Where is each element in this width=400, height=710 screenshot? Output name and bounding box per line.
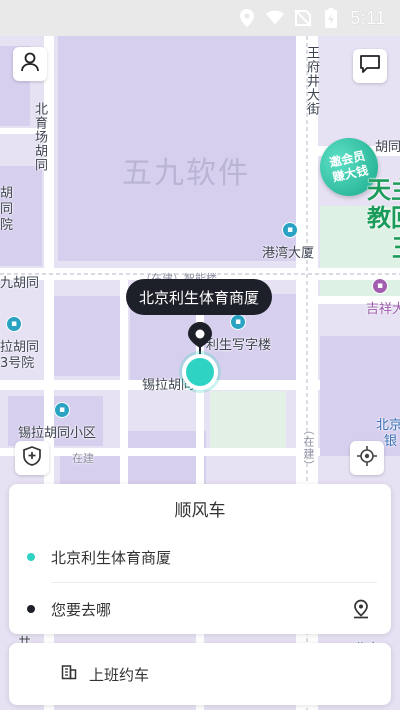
- map-label-lisheng-office: 利生写字楼: [206, 338, 272, 353]
- pickup-bubble[interactable]: 北京利生体育商厦: [126, 279, 273, 315]
- map-label-jixiang: 吉祥大: [366, 302, 400, 317]
- poi-icon-community[interactable]: ▪: [54, 402, 70, 418]
- map-label-bank: 银: [384, 434, 398, 449]
- location-icon: [238, 9, 256, 27]
- no-sim-icon: [294, 9, 313, 27]
- origin-field[interactable]: 北京利生体育商厦: [9, 532, 391, 582]
- locate-button[interactable]: [350, 441, 384, 475]
- poi-icon-hutong[interactable]: ▪: [6, 316, 22, 332]
- destination-dot-icon: [27, 605, 35, 613]
- map-label-hutong-right: 胡同: [375, 140, 400, 155]
- ride-card-title: 顺风车: [174, 500, 226, 521]
- origin-text: 北京利生体育商厦: [51, 548, 172, 567]
- ride-card: 顺风车 北京利生体育商厦 您要去哪: [9, 484, 391, 634]
- divider: [51, 582, 377, 583]
- crosshair-icon: [357, 446, 377, 470]
- map-label-gangwan: 港湾大厦: [262, 246, 315, 261]
- map-pin-icon[interactable]: [351, 599, 371, 619]
- message-icon: [359, 53, 381, 79]
- map-label-wangfujing: 王府井大街: [304, 46, 319, 116]
- status-time: 5:11: [350, 7, 386, 28]
- origin-dot-icon: [27, 553, 35, 561]
- map-label-zaijian-right: （在建）: [302, 424, 315, 472]
- map-label-jiu-hutong: 九胡同: [0, 276, 40, 291]
- pickup-label: 北京利生体育商厦: [139, 288, 260, 307]
- commute-ride-button[interactable]: 上班约车: [9, 643, 391, 705]
- map-label-beiyuchang: 北育场胡同: [32, 102, 47, 172]
- map-label-xila-community: 锡拉胡同小区: [18, 426, 97, 441]
- map-label-wang2: 王: [392, 228, 400, 263]
- poi-icon-jixiang[interactable]: ▪: [372, 278, 388, 294]
- wifi-icon: [266, 9, 285, 27]
- battery-charging-icon: [322, 8, 340, 28]
- commute-label: 上班约车: [89, 665, 150, 684]
- status-bar: 5:11: [0, 0, 400, 36]
- destination-field[interactable]: 您要去哪: [9, 584, 391, 634]
- messages-button[interactable]: [353, 49, 387, 83]
- map-label-lahutong-3: 3号院: [0, 356, 35, 371]
- safety-button[interactable]: [15, 441, 49, 475]
- map-label-dongsi: 在建: [72, 452, 94, 465]
- current-location-dot: [182, 354, 218, 390]
- map-label-hutong-left: 胡同院: [0, 186, 14, 233]
- shield-plus-icon: [22, 446, 42, 470]
- poi-icon-building[interactable]: ▪: [282, 222, 298, 238]
- destination-placeholder: 您要去哪: [51, 600, 112, 619]
- user-icon: [19, 51, 41, 77]
- poi-icon-office[interactable]: ▪: [230, 314, 246, 330]
- building-icon: [61, 664, 77, 684]
- watermark: 五九软件: [122, 156, 250, 191]
- profile-button[interactable]: [13, 47, 47, 81]
